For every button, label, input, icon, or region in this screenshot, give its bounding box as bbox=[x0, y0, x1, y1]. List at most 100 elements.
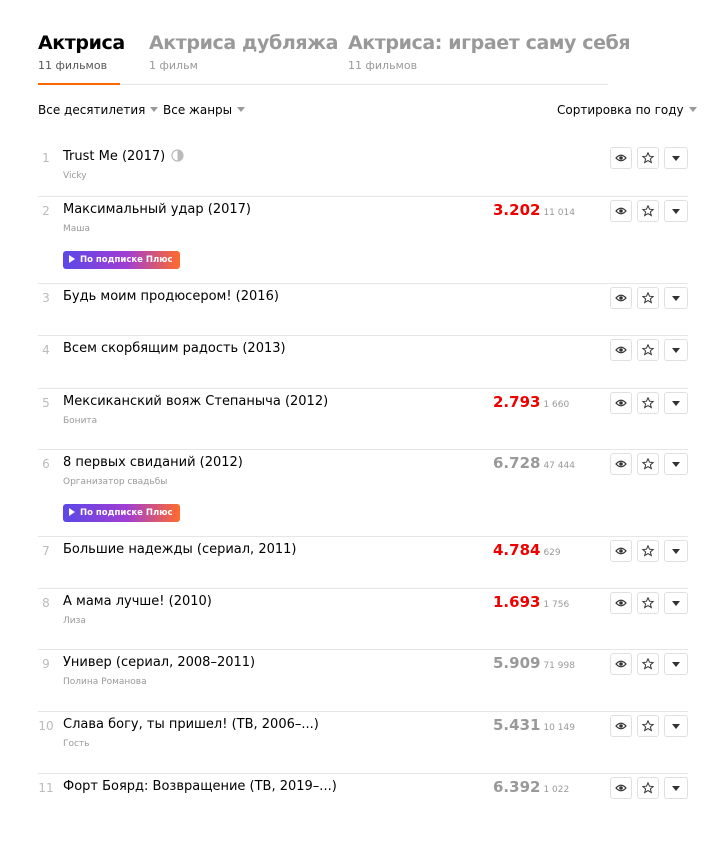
more-button[interactable] bbox=[664, 653, 688, 675]
plus-subscription-badge[interactable]: По подписке Плюс bbox=[63, 251, 180, 269]
triangle-down-icon bbox=[672, 155, 680, 161]
tab-actress-herself[interactable]: Актриса: играет саму себя 11 фильмов bbox=[348, 30, 631, 84]
sort-dropdown-label: Сортировка по году bbox=[557, 103, 684, 117]
film-position: 10 bbox=[38, 719, 54, 733]
rate-button[interactable] bbox=[637, 777, 659, 799]
film-rating: 4.784 629 bbox=[493, 540, 561, 559]
film-position: 6 bbox=[42, 457, 50, 471]
triangle-down-icon bbox=[672, 295, 680, 301]
watched-button[interactable] bbox=[610, 339, 632, 361]
triangle-down-icon bbox=[672, 548, 680, 554]
watched-button[interactable] bbox=[610, 392, 632, 414]
triangle-down-icon bbox=[672, 723, 680, 729]
rate-button[interactable] bbox=[637, 392, 659, 414]
film-rating: 5.909 71 998 bbox=[493, 653, 575, 672]
watched-button[interactable] bbox=[610, 653, 632, 675]
film-rating: 3.202 11 014 bbox=[493, 200, 575, 219]
more-button[interactable] bbox=[664, 592, 688, 614]
more-button[interactable] bbox=[664, 147, 688, 169]
film-title: Всем скорбящим радость (2013) bbox=[63, 341, 286, 356]
more-button[interactable] bbox=[664, 715, 688, 737]
film-title-link[interactable]: Форт Боярд: Возвращение (ТВ, 2019–...) bbox=[63, 779, 337, 794]
film-title-link[interactable]: Большие надежды (сериал, 2011) bbox=[63, 542, 296, 557]
more-button[interactable] bbox=[664, 287, 688, 309]
film-position: 5 bbox=[42, 396, 50, 410]
film-role: Полина Романова bbox=[63, 677, 147, 687]
film-position: 7 bbox=[42, 544, 50, 558]
rate-button[interactable] bbox=[637, 453, 659, 475]
chevron-down-icon bbox=[688, 107, 697, 112]
more-button[interactable] bbox=[664, 339, 688, 361]
star-icon bbox=[642, 720, 654, 732]
star-icon bbox=[642, 205, 654, 217]
film-row: 6 8 первых свиданий (2012) Организатор сва… bbox=[38, 449, 688, 537]
rate-button[interactable] bbox=[637, 592, 659, 614]
film-row: 8 А мама лучше! (2010) Лиза 1.693 1 756 bbox=[38, 588, 688, 650]
eye-icon bbox=[615, 659, 627, 669]
star-icon bbox=[642, 397, 654, 409]
film-title-link[interactable]: Trust Me (2017) bbox=[63, 149, 184, 164]
film-rating: 5.431 10 149 bbox=[493, 715, 575, 734]
film-rating: 6.392 1 022 bbox=[493, 777, 569, 796]
film-rating: 6.728 47 444 bbox=[493, 453, 575, 472]
plus-subscription-badge[interactable]: По подписке Плюс bbox=[63, 504, 180, 522]
decades-filter[interactable]: Все десятилетия bbox=[38, 103, 159, 117]
star-icon bbox=[642, 545, 654, 557]
film-title-link[interactable]: А мама лучше! (2010) bbox=[63, 594, 212, 609]
film-title-link[interactable]: Максимальный удар (2017) bbox=[63, 202, 251, 217]
sort-dropdown[interactable]: Сортировка по году bbox=[557, 103, 697, 117]
tab-count: 11 фильмов bbox=[348, 59, 418, 72]
film-role: Гость bbox=[63, 739, 90, 749]
triangle-down-icon bbox=[672, 208, 680, 214]
genres-filter[interactable]: Все жанры bbox=[163, 103, 246, 117]
star-icon bbox=[642, 658, 654, 670]
watched-button[interactable] bbox=[610, 287, 632, 309]
film-title-link[interactable]: Мексиканский вояж Степаныча (2012) bbox=[63, 394, 328, 409]
eye-icon bbox=[615, 546, 627, 556]
film-title-link[interactable]: Всем скорбящим радость (2013) bbox=[63, 341, 286, 356]
tab-dubbing-actress[interactable]: Актриса дубляжа 1 фильм bbox=[149, 30, 339, 84]
more-button[interactable] bbox=[664, 453, 688, 475]
film-row: 4 Всем скорбящим радость (2013) bbox=[38, 335, 688, 389]
watched-button[interactable] bbox=[610, 200, 632, 222]
filmography-page: Актриса 11 фильмов Актриса дубляжа 1 фил… bbox=[0, 0, 727, 852]
tab-title: Актриса дубляжа bbox=[149, 32, 339, 54]
star-icon bbox=[642, 344, 654, 356]
watched-button[interactable] bbox=[610, 540, 632, 562]
rate-button[interactable] bbox=[637, 287, 659, 309]
film-title-link[interactable]: Слава богу, ты пришел! (ТВ, 2006–...) bbox=[63, 717, 319, 732]
eye-icon bbox=[615, 459, 627, 469]
watched-button[interactable] bbox=[610, 453, 632, 475]
tab-actress[interactable]: Актриса 11 фильмов bbox=[38, 30, 125, 85]
film-title: Большие надежды (сериал, 2011) bbox=[63, 542, 297, 557]
film-title: Будь моим продюсером! (2016) bbox=[63, 289, 279, 304]
watched-button[interactable] bbox=[610, 592, 632, 614]
film-title: Универ (сериал, 2008–2011) bbox=[63, 655, 256, 670]
star-icon bbox=[642, 597, 654, 609]
rating-value: 2.793 bbox=[493, 393, 541, 411]
film-title-link[interactable]: 8 первых свиданий (2012) bbox=[63, 455, 243, 470]
watched-button[interactable] bbox=[610, 147, 632, 169]
rate-button[interactable] bbox=[637, 540, 659, 562]
film-title-link[interactable]: Универ (сериал, 2008–2011) bbox=[63, 655, 255, 670]
film-title: Максимальный удар (2017) bbox=[63, 202, 251, 217]
tab-title: Актриса: играет саму себя bbox=[348, 32, 631, 54]
star-icon bbox=[642, 152, 654, 164]
film-position: 3 bbox=[42, 291, 50, 305]
more-button[interactable] bbox=[664, 540, 688, 562]
watched-button[interactable] bbox=[610, 715, 632, 737]
rate-button[interactable] bbox=[637, 200, 659, 222]
more-button[interactable] bbox=[664, 777, 688, 799]
eye-icon bbox=[615, 293, 627, 303]
badge-label: По подписке Плюс bbox=[80, 508, 173, 518]
rate-button[interactable] bbox=[637, 339, 659, 361]
rate-button[interactable] bbox=[637, 653, 659, 675]
rating-value: 5.909 bbox=[493, 654, 541, 672]
rate-button[interactable] bbox=[637, 715, 659, 737]
watched-button[interactable] bbox=[610, 777, 632, 799]
eye-icon bbox=[615, 153, 627, 163]
more-button[interactable] bbox=[664, 200, 688, 222]
more-button[interactable] bbox=[664, 392, 688, 414]
rate-button[interactable] bbox=[637, 147, 659, 169]
film-title-link[interactable]: Будь моим продюсером! (2016) bbox=[63, 289, 279, 304]
